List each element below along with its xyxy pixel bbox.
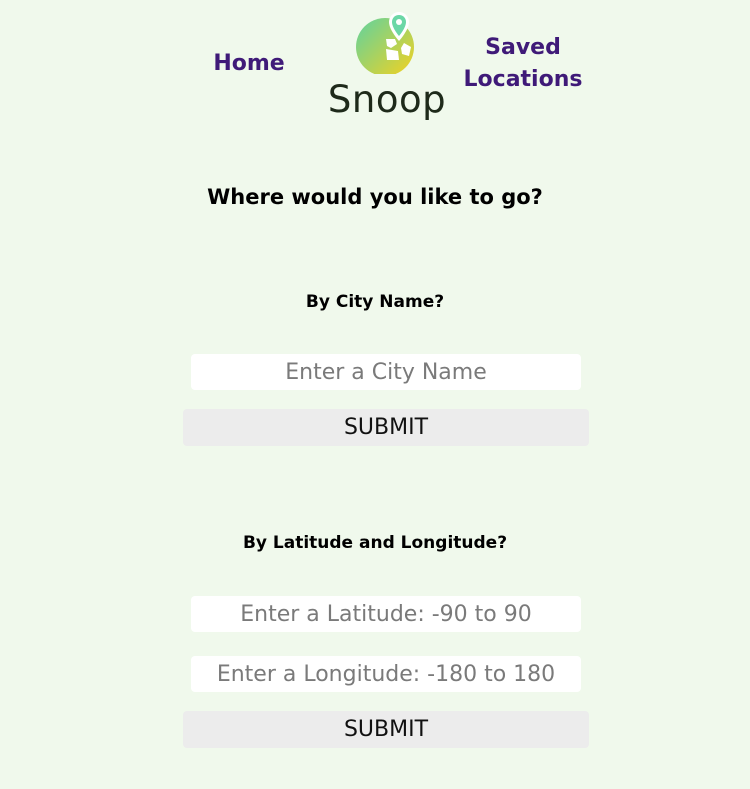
coordinate-section-title: By Latitude and Longitude? (242, 533, 508, 553)
latitude-input[interactable] (191, 596, 581, 632)
brand-name: Snoop (327, 78, 447, 121)
city-section-title: By City Name? (305, 292, 445, 312)
city-submit-button[interactable]: SUBMIT (183, 409, 589, 446)
page-headline: Where would you like to go? (207, 185, 543, 209)
longitude-input[interactable] (191, 656, 581, 692)
coordinate-submit-button[interactable]: SUBMIT (183, 711, 589, 748)
logo[interactable]: Snoop (320, 6, 454, 124)
nav-home-link[interactable]: Home (200, 48, 298, 80)
map-pin-globe-icon (356, 12, 414, 74)
site-header: Home Snoop Saved Locations (0, 0, 750, 130)
nav-saved-locations-link[interactable]: Saved Locations (455, 32, 591, 96)
city-name-input[interactable] (191, 354, 581, 390)
